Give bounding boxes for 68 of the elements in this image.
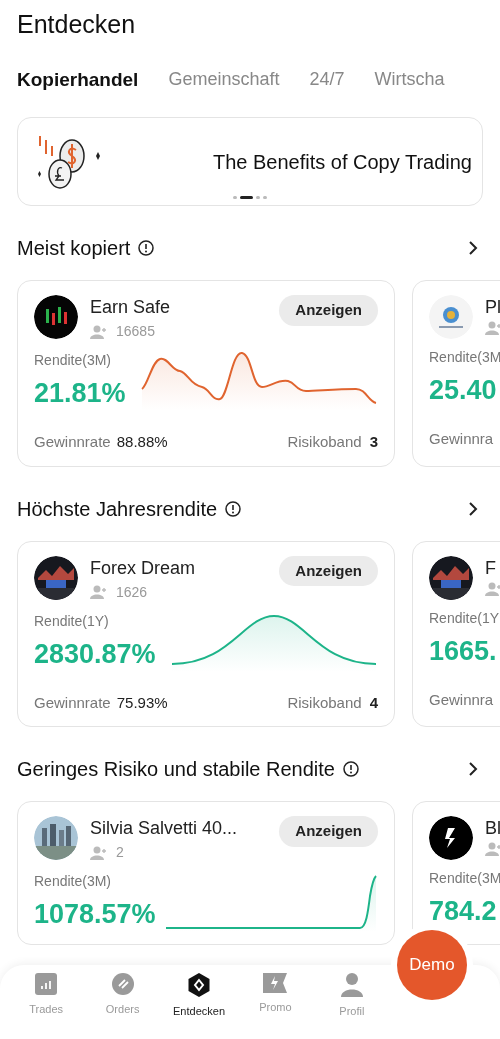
- banner-title: The Benefits of Copy Trading: [212, 149, 472, 175]
- win-rate-label: Gewinnrate: [34, 432, 111, 452]
- return-value: 2830.87%: [34, 637, 156, 671]
- swap-icon: [111, 973, 134, 995]
- return-label: Rendite(1Y): [34, 611, 110, 631]
- trader-card[interactable]: Earn Safe 16685 Anzeigen Rendite(3M) 21.81% Gewinnrate 88.88% Risikoband 3: [17, 280, 395, 467]
- return-label: Rendite(1Y: [429, 608, 500, 628]
- section-title: Höchste Jahresrendite: [17, 496, 218, 522]
- bar-chart-icon: [35, 973, 58, 995]
- return-label: Rendite(3M): [34, 351, 113, 370]
- follower-count: 1626: [116, 582, 148, 602]
- return-label: Rendite(3M): [34, 872, 113, 891]
- view-button[interactable]: Anzeigen: [279, 816, 378, 847]
- trader-name: Earn Safe: [90, 296, 172, 319]
- return-value: 1665.: [429, 634, 498, 668]
- info-icon: [342, 761, 359, 777]
- info-icon: [138, 240, 155, 256]
- banner[interactable]: The Benefits of Copy Trading: [17, 117, 483, 206]
- win-rate-value: 75.93%: [116, 692, 168, 713]
- section-title: Geringes Risiko und stabile Rendite: [17, 757, 335, 782]
- flag-icon: [263, 973, 288, 993]
- follower-icon: [90, 585, 108, 599]
- return-value: 21.81%: [34, 377, 126, 410]
- win-rate-label: Gewinnra: [429, 689, 494, 710]
- win-rate-value: 88.88%: [116, 432, 168, 452]
- trader-card[interactable]: Pl Rendite(3M 25.40 Gewinnra: [412, 280, 500, 467]
- trader-name: Silvia Salvetti 40...: [90, 817, 239, 840]
- return-label: Rendite(3M: [429, 869, 500, 888]
- follower-icon: [485, 842, 500, 856]
- win-rate-label: Gewinnrate: [34, 692, 111, 713]
- chevron-right-icon[interactable]: [468, 761, 478, 777]
- chevron-right-icon[interactable]: [468, 500, 478, 517]
- return-label: Rendite(3M: [429, 348, 500, 367]
- risk-value: 4: [369, 692, 378, 713]
- trader-card[interactable]: Silvia Salvetti 40... 2 Anzeigen Rendite(3M) 1078.57%: [17, 801, 395, 945]
- trader-name: Pl: [485, 296, 500, 319]
- trader-name: Forex Dream: [90, 556, 197, 580]
- follower-icon: [90, 845, 108, 860]
- trader-card[interactable]: F Rendite(1Y 1665. Gewinnra: [412, 540, 500, 727]
- nav-item[interactable]: Entdecken: [160, 973, 238, 1039]
- return-value: 784.2: [429, 895, 498, 928]
- compass-icon: [188, 973, 210, 997]
- info-icon: [225, 500, 242, 517]
- tab[interactable]: Kopierhandel: [17, 65, 139, 94]
- trader-card[interactable]: Bl Rendite(3M 784.2: [412, 801, 500, 945]
- return-value: 1078.57%: [34, 898, 156, 931]
- tab[interactable]: Wirtscha: [374, 66, 445, 94]
- risk-value: 3: [369, 432, 378, 452]
- risk-label: Risikoband: [287, 692, 362, 713]
- follower-icon: [90, 324, 108, 339]
- trader-name: F: [485, 556, 497, 580]
- follower-icon: [485, 321, 500, 335]
- win-rate-label: Gewinnra: [429, 429, 494, 449]
- follower-count: 2: [116, 843, 124, 862]
- section-title: Meist kopiert: [17, 236, 131, 261]
- risk-label: Risikoband: [287, 432, 362, 452]
- view-button[interactable]: Anzeigen: [279, 555, 378, 586]
- trader-card[interactable]: Forex Dream 1626 Anzeigen Rendite(1Y) 2830.87% Gewinnrate 75.93% Risikoband 4: [17, 540, 395, 727]
- tab[interactable]: Gemeinschaft: [168, 66, 280, 94]
- view-button[interactable]: Anzeigen: [279, 295, 378, 326]
- profile-icon: [340, 973, 363, 997]
- chevron-right-icon[interactable]: [468, 240, 478, 256]
- page-title: Entdecken: [16, 9, 137, 40]
- trader-name: Bl: [485, 817, 500, 840]
- return-value: 25.40: [429, 374, 498, 407]
- tab[interactable]: 24/7: [309, 66, 345, 94]
- follower-count: 16685: [116, 322, 155, 341]
- follower-icon: [485, 581, 500, 596]
